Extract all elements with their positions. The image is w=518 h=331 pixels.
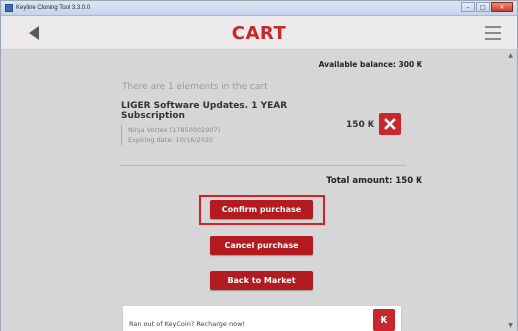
cart-content: Available balance: 300 ₭ There are 1 ele… <box>1 50 517 331</box>
recharge-banner[interactable]: Ran out of KeyCoin? Recharge now! ₭ <box>122 305 402 331</box>
page-title: CART <box>231 23 287 44</box>
maximize-button[interactable]: □ <box>476 2 490 12</box>
scroll-up-arrow-icon[interactable]: ▲ <box>507 52 514 59</box>
scroll-down-arrow-icon[interactable]: ▼ <box>507 322 514 329</box>
divider <box>120 165 406 166</box>
cart-item-name: LIGER Software Updates. 1 YEAR Subscript… <box>121 101 288 121</box>
total-amount: Total amount: 150 ₭ <box>326 176 422 186</box>
minimize-button[interactable]: – <box>461 2 475 12</box>
close-icon <box>384 118 396 130</box>
cart-item-expiry: Expiring date: 10/16/2020 <box>128 136 214 144</box>
cart-item-price: 150 ₭ <box>346 120 375 130</box>
recharge-text: Ran out of KeyCoin? Recharge now! <box>129 320 245 328</box>
cart-item-details: Ninja Vortex (17850002907) Expiring date… <box>121 125 220 145</box>
window-controls: – □ ✕ <box>461 2 513 12</box>
cart-count-text: There are 1 elements in the cart <box>122 82 268 92</box>
scrollbar[interactable]: ▲ ▼ <box>507 50 514 331</box>
back-to-market-button[interactable]: Back to Market <box>210 271 313 290</box>
hamburger-icon <box>485 26 501 28</box>
app-icon <box>5 4 13 12</box>
close-window-button[interactable]: ✕ <box>491 2 513 12</box>
available-balance: Available balance: 300 ₭ <box>318 60 422 69</box>
remove-item-button[interactable] <box>379 113 401 135</box>
cancel-purchase-button[interactable]: Cancel purchase <box>210 236 313 255</box>
confirm-purchase-button[interactable]: Confirm purchase <box>210 200 313 219</box>
hamburger-icon <box>485 38 501 40</box>
hamburger-icon <box>485 32 501 34</box>
window-title: Keyline Cloning Tool 3.3.0.0 <box>16 5 91 11</box>
menu-button[interactable] <box>485 26 501 40</box>
app-window: Keyline Cloning Tool 3.3.0.0 – □ ✕ CART … <box>0 0 518 331</box>
app-header: CART <box>1 16 517 50</box>
title-bar: Keyline Cloning Tool 3.3.0.0 – □ ✕ <box>1 1 517 16</box>
cart-item-device: Ninja Vortex (17850002907) <box>128 126 221 134</box>
keycoin-logo-icon: ₭ <box>373 309 395 331</box>
